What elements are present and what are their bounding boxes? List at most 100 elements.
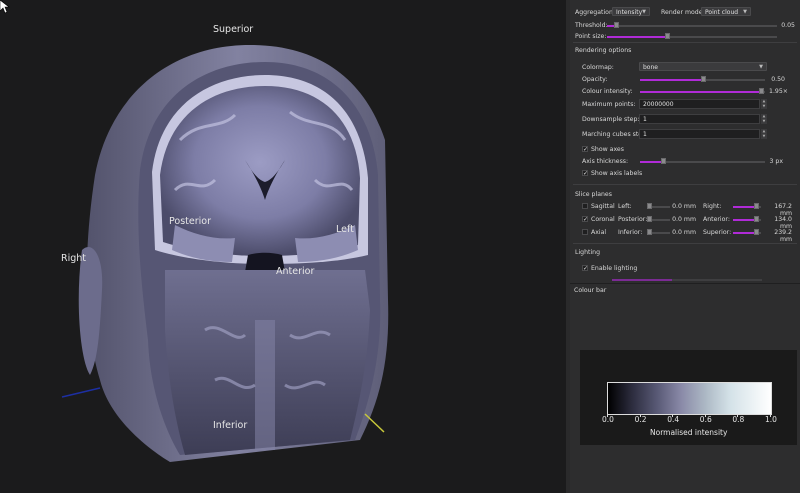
slice-from-slider[interactable] xyxy=(647,216,670,222)
slice-to-slider[interactable] xyxy=(733,203,761,209)
rendering-options-title: Rendering options xyxy=(575,47,632,54)
colormap-label: Colormap: xyxy=(582,64,614,71)
downsample-stepper[interactable]: ▲ ▼ xyxy=(761,114,767,124)
brain-rendering xyxy=(61,45,389,462)
chevron-down-icon: ▼ xyxy=(642,9,646,15)
colour-intensity-value: 1.95× xyxy=(769,88,788,95)
slice-sagittal-checkbox[interactable] xyxy=(582,203,588,209)
lighting-slider[interactable] xyxy=(612,279,762,281)
slice-coronal-checkbox[interactable]: ✓ xyxy=(582,216,588,223)
show-axes-label: Show axes xyxy=(591,146,624,153)
colour-bar-xlabel: Normalised intensity xyxy=(650,428,728,437)
label-right: Right xyxy=(61,253,87,264)
slice-from-slider-handle[interactable] xyxy=(647,216,652,222)
colormap-value: bone xyxy=(643,64,658,71)
slice-to-value: 239.2 mm xyxy=(774,229,792,243)
chevron-down-icon: ▼ xyxy=(743,9,747,15)
slice-to-slider-fill xyxy=(733,219,755,221)
aggregation-select[interactable]: Intensity ▼ xyxy=(612,7,650,16)
label-anterior: Anterior xyxy=(276,266,315,277)
axis-thickness-slider-fill xyxy=(640,161,663,163)
point-size-slider[interactable] xyxy=(607,33,777,39)
threshold-value: 0.05 xyxy=(781,22,795,29)
threshold-slider[interactable] xyxy=(607,22,777,28)
colour-bar-tick-label: 0.2 xyxy=(634,415,647,424)
slice-name: Axial xyxy=(591,229,607,236)
enable-lighting-checkbox[interactable]: ✓ xyxy=(582,265,588,272)
slice-to-slider[interactable] xyxy=(733,216,761,222)
slice-to-slider-fill xyxy=(733,206,755,208)
colour-intensity-slider-fill xyxy=(640,91,762,93)
divider xyxy=(573,42,797,43)
opacity-label: Opacity: xyxy=(582,76,608,83)
downsample-value: 1 xyxy=(643,116,647,123)
3d-viewport[interactable]: Superior Posterior Left Right Anterior I… xyxy=(0,0,566,493)
point-size-slider-handle[interactable] xyxy=(664,33,670,39)
slice-from-slider-handle[interactable] xyxy=(647,203,652,209)
colour-gradient xyxy=(607,382,772,415)
axis-thickness-value: 3 px xyxy=(769,158,784,165)
colormap-select[interactable]: bone ▼ xyxy=(639,62,767,71)
axis-thickness-slider-handle[interactable] xyxy=(660,158,666,164)
colour-intensity-slider[interactable] xyxy=(640,88,765,94)
slice-to-slider-handle[interactable] xyxy=(754,216,759,222)
slice-from-label: Inferior: xyxy=(618,229,643,236)
colour-bar-tick-label: 0.4 xyxy=(667,415,680,424)
max-points-value: 20000000 xyxy=(643,101,674,108)
axis-thickness-slider[interactable] xyxy=(640,158,765,164)
aggregation-value: Intensity xyxy=(616,9,643,16)
opacity-value: 0.50 xyxy=(771,76,785,83)
marching-cubes-input[interactable]: 1 xyxy=(639,129,760,139)
point-size-slider-fill xyxy=(607,36,667,38)
slice-axial-checkbox[interactable] xyxy=(582,229,588,235)
lighting-title: Lighting xyxy=(575,249,601,256)
show-axis-labels-label: Show axis labels xyxy=(591,170,643,177)
threshold-label: Threshold: xyxy=(575,22,608,29)
slice-to-slider[interactable] xyxy=(733,229,761,235)
slice-to-label: Superior: xyxy=(703,229,732,236)
slice-from-label: Left: xyxy=(618,203,632,210)
colour-bar-tick-label: 1.0 xyxy=(765,415,777,424)
downsample-input[interactable]: 1 xyxy=(639,114,760,124)
colour-bar-tick-label: 0.6 xyxy=(699,415,712,424)
slice-to-slider-fill xyxy=(733,232,755,234)
show-axes-checkbox[interactable]: ✓ xyxy=(582,146,588,153)
render-mode-select[interactable]: Point cloud ▼ xyxy=(701,7,751,16)
colour-bar-title: Colour bar xyxy=(574,287,607,294)
max-points-input[interactable]: 20000000 xyxy=(639,99,760,109)
slice-to-value: 134.0 mm xyxy=(774,216,792,230)
slice-from-slider-handle[interactable] xyxy=(647,229,652,235)
colour-bar-chart: 0.0 0.2 0.4 0.6 0.8 1.0 Normalised intensity xyxy=(580,350,797,445)
slice-to-slider-handle[interactable] xyxy=(754,203,759,209)
slice-to-slider-handle[interactable] xyxy=(754,229,759,235)
point-size-label: Point size: xyxy=(575,33,607,40)
max-points-stepper[interactable]: ▲ ▼ xyxy=(761,99,767,109)
slice-planes-title: Slice planes xyxy=(575,191,612,198)
slice-from-value: 0.0 mm xyxy=(672,216,696,223)
label-inferior: Inferior xyxy=(213,420,248,431)
show-axis-labels-checkbox[interactable]: ✓ xyxy=(582,170,588,177)
opacity-slider-handle[interactable] xyxy=(700,76,706,82)
divider xyxy=(573,243,797,244)
slice-from-slider[interactable] xyxy=(647,229,670,235)
slice-from-slider[interactable] xyxy=(647,203,670,209)
axis-thickness-label: Axis thickness: xyxy=(582,158,629,165)
lighting-slider-fill xyxy=(612,279,672,281)
marching-cubes-value: 1 xyxy=(643,131,647,138)
downsample-label: Downsample step: xyxy=(582,116,640,123)
label-posterior: Posterior xyxy=(169,216,211,227)
slice-name: Sagittal xyxy=(591,203,615,210)
threshold-slider-handle[interactable] xyxy=(613,22,619,28)
label-superior: Superior xyxy=(213,24,254,35)
chevron-down-icon: ▼ xyxy=(759,64,763,70)
render-mode-label: Render mode: xyxy=(661,9,705,16)
slice-to-value: 167.2 mm xyxy=(774,203,792,217)
colour-bar-tick-label: 0.0 xyxy=(602,415,614,424)
slice-from-value: 0.0 mm xyxy=(672,229,696,236)
opacity-slider-fill xyxy=(640,79,703,81)
slice-from-label: Posterior: xyxy=(618,216,648,223)
opacity-slider[interactable] xyxy=(640,76,765,82)
colour-intensity-label: Colour intensity: xyxy=(582,88,633,95)
slice-name: Coronal xyxy=(591,216,615,223)
marching-cubes-stepper[interactable]: ▲ ▼ xyxy=(761,129,767,139)
